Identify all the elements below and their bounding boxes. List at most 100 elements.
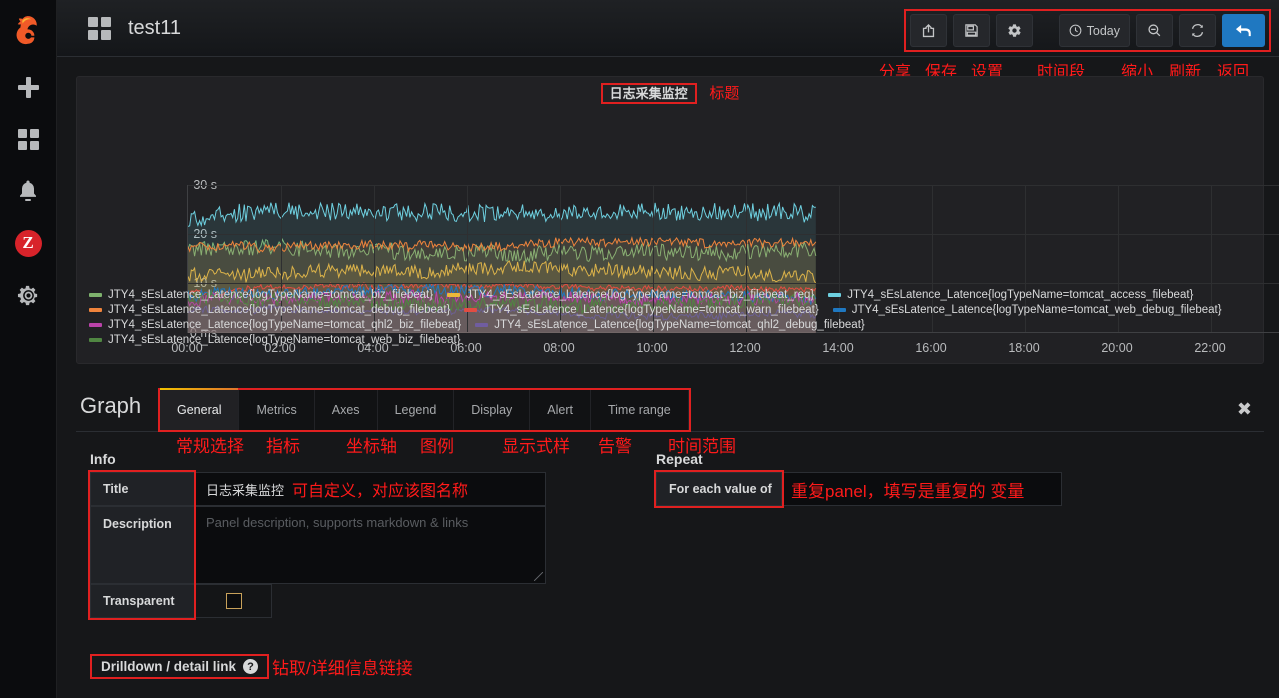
save-button[interactable] (952, 14, 990, 47)
legend-item[interactable]: JTY4_sEsLatence_Latence{logTypeName=tomc… (89, 319, 461, 331)
back-button[interactable] (1222, 14, 1265, 47)
clock-icon (1069, 24, 1082, 37)
title-row: Title 日志采集监控 可自定义，对应该图名称 (90, 472, 610, 506)
title-input-value: 日志采集监控 (206, 482, 285, 498)
info-form: Title 日志采集监控 可自定义，对应该图名称 Description Pan… (90, 472, 610, 618)
dashboards-grid-icon (17, 128, 39, 150)
editor-panel-type: Graph (80, 393, 142, 418)
chart-legend[interactable]: JTY4_sEsLatence_Latence{logTypeName=tomc… (89, 289, 1259, 349)
legend-row: JTY4_sEsLatence_Latence{logTypeName=tomc… (89, 304, 1259, 319)
graph-panel[interactable]: 日志采集监控 标题 30 s 20 s 10 s 0 ms 00:00 02:0… (76, 76, 1279, 364)
gridline-h (188, 234, 1279, 235)
legend-label: JTY4_sEsLatence_Latence{logTypeName=tomc… (108, 304, 451, 316)
annotation-repeat: 重复panel，填写是重复的 变量 (791, 482, 1025, 501)
page-title: test11 (128, 16, 181, 39)
legend-item[interactable]: JTY4_sEsLatence_Latence{logTypeName=tomc… (89, 334, 461, 346)
description-placeholder: Panel description, supports markdown & l… (206, 515, 469, 530)
tab-time-range[interactable]: Time range (590, 390, 689, 430)
sidebar-item-dashboards[interactable] (0, 113, 57, 165)
top-navbar: test11 Today (57, 0, 1279, 57)
tab-legend[interactable]: Legend (377, 390, 455, 430)
legend-label: JTY4_sEsLatence_Latence{logTypeName=tomc… (494, 319, 865, 331)
repeat-for-each-label: For each value of (656, 472, 782, 506)
back-arrow-icon (1235, 24, 1251, 37)
legend-row: JTY4_sEsLatence_Latence{logTypeName=tomc… (89, 334, 1259, 349)
tab-alert[interactable]: Alert (530, 390, 591, 430)
legend-item[interactable]: JTY4_sEsLatence_Latence{logTypeName=tomc… (464, 304, 819, 316)
legend-item[interactable]: JTY4_sEsLatence_Latence{logTypeName=tomc… (832, 304, 1222, 316)
title-label: Title (90, 472, 196, 506)
legend-label: JTY4_sEsLatence_Latence{logTypeName=tomc… (483, 304, 819, 316)
tab-display[interactable]: Display (454, 390, 531, 430)
transparent-checkbox[interactable] (196, 584, 272, 618)
sidebar-item-alerting[interactable] (0, 165, 57, 217)
tab-general[interactable]: General (160, 388, 240, 430)
legend-color-swatch (475, 323, 489, 327)
description-label: Description (90, 506, 196, 584)
checkbox-icon (225, 593, 242, 609)
legend-item[interactable]: JTY4_sEsLatence_Latence{logTypeName=tomc… (475, 319, 865, 331)
annotation-tab-display: 显示式样 (502, 437, 570, 456)
help-icon[interactable]: ? (243, 659, 259, 674)
annotation-title: 可自定义，对应该图名称 (292, 483, 469, 500)
repeat-form: For each value of 重复panel，填写是重复的 变量 (656, 472, 1156, 506)
legend-color-swatch (832, 308, 846, 312)
editor-tabs: General Metrics Axes Legend Display Alert Time… (158, 388, 691, 432)
panel-header: 日志采集监控 标题 (77, 82, 1263, 104)
title-input[interactable]: 日志采集监控 可自定义，对应该图名称 (196, 472, 546, 506)
panel-editor: Graph General Metrics Axes Legend Display Ale… (76, 388, 1264, 698)
sidebar-item-create[interactable] (0, 61, 57, 113)
legend-label: JTY4_sEsLatence_Latence{logTypeName=tomc… (466, 289, 815, 301)
legend-color-swatch (89, 293, 102, 297)
legend-row: JTY4_sEsLatence_Latence{logTypeName=tomc… (89, 289, 1259, 304)
gridline-h (188, 185, 1279, 186)
tab-annotations: 常规选择 指标 坐标轴 图例 显示式样 告警 时间范围 (158, 432, 838, 458)
settings-button[interactable] (995, 14, 1033, 47)
sidebar-item-configuration[interactable] (0, 269, 57, 321)
legend-item[interactable]: JTY4_sEsLatence_Latence{logTypeName=tomc… (828, 289, 1193, 301)
description-textarea[interactable]: Panel description, supports markdown & l… (196, 506, 546, 584)
legend-label: JTY4_sEsLatence_Latence{logTypeName=tomc… (847, 289, 1194, 301)
close-icon[interactable]: ✖ (1237, 399, 1252, 420)
grafana-logo-icon[interactable] (10, 13, 46, 49)
annotation-drilldown: 钻取/详细信息链接 (272, 659, 413, 678)
legend-item[interactable]: JTY4_sEsLatence_Latence{logTypeName=tomc… (89, 304, 450, 316)
description-row: Description Panel description, supports … (90, 506, 610, 584)
panel-title[interactable]: 日志采集监控 (600, 83, 697, 104)
zoom-out-button[interactable] (1136, 14, 1173, 47)
legend-color-swatch (89, 338, 102, 342)
plus-icon (17, 76, 39, 98)
legend-color-swatch (464, 308, 478, 312)
annotation-tab-alert: 告警 (598, 437, 632, 456)
transparent-row: Transparent (90, 584, 610, 618)
annotation-tab-axes: 坐标轴 (346, 437, 397, 456)
legend-row: JTY4_sEsLatence_Latence{logTypeName=tomc… (89, 319, 1259, 334)
bell-icon (20, 180, 36, 201)
gear-icon (1008, 24, 1021, 37)
refresh-icon (1191, 23, 1204, 38)
drilldown-section[interactable]: Drilldown / detail link ? (90, 654, 270, 679)
avatar: Z (14, 229, 42, 257)
sidebar-item-user-avatar[interactable]: Z (0, 217, 57, 269)
annotation-panel-title: 标题 (709, 85, 740, 102)
drilldown-label: Drilldown / detail link (101, 659, 237, 674)
legend-color-swatch (89, 308, 102, 312)
tab-metrics[interactable]: Metrics (239, 390, 315, 430)
transparent-label: Transparent (90, 584, 196, 618)
legend-item[interactable]: JTY4_sEsLatence_Latence{logTypeName=tomc… (447, 289, 814, 301)
zoom-out-icon (1148, 24, 1161, 37)
share-button[interactable] (909, 14, 947, 47)
save-icon (964, 24, 978, 37)
annotation-tab-metrics: 指标 (266, 437, 300, 456)
legend-color-swatch (89, 323, 102, 327)
legend-color-swatch (828, 293, 842, 297)
legend-label: JTY4_sEsLatence_Latence{logTypeName=tomc… (108, 319, 462, 331)
gridline-h (188, 283, 1279, 284)
dashboard-icon (88, 16, 111, 40)
time-picker[interactable]: Today (1058, 14, 1130, 47)
editor-header: Graph General Metrics Axes Legend Display Ale… (76, 388, 1264, 432)
sidebar: Z (0, 0, 57, 698)
tab-axes[interactable]: Axes (314, 390, 378, 430)
legend-item[interactable]: JTY4_sEsLatence_Latence{logTypeName=tomc… (89, 289, 433, 301)
refresh-button[interactable] (1179, 14, 1216, 47)
